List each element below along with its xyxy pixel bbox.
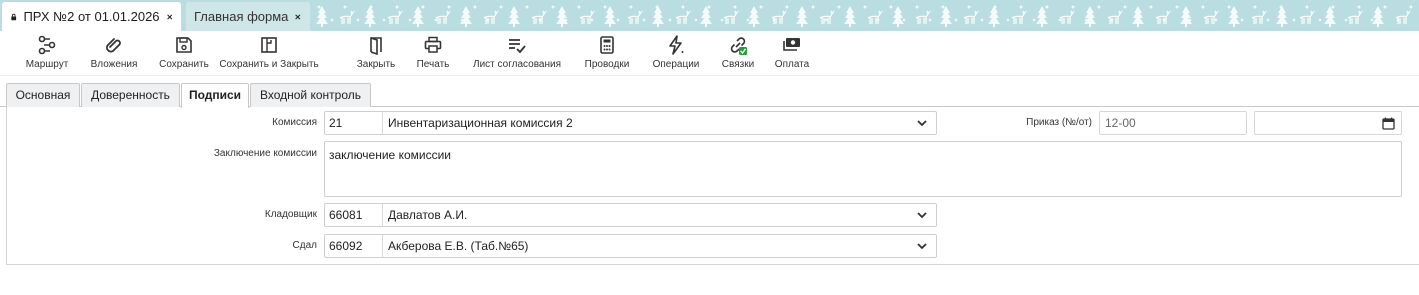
decorative-winter-pattern: [316, 6, 1411, 27]
order-label: Приказ (№/от): [1026, 117, 1092, 128]
close-button[interactable]: Закрыть: [353, 35, 399, 73]
storekeeper-select[interactable]: 66081 Давлатов А.И.: [324, 203, 937, 227]
toolbar: Маршрут Вложения Сохранить Сохранить и З…: [0, 31, 1419, 76]
save-and-close-button[interactable]: Сохранить и Закрыть: [219, 35, 319, 73]
door-icon: [370, 37, 382, 55]
links-button[interactable]: Связки: [718, 35, 758, 73]
save-button[interactable]: Сохранить: [156, 35, 212, 73]
tab-signatures[interactable]: Подписи: [181, 83, 249, 108]
toolbar-label: Операции: [652, 59, 700, 70]
tab-power-of-attorney[interactable]: Доверенность: [81, 83, 180, 107]
route-icon: [38, 35, 56, 55]
postings-button[interactable]: Проводки: [581, 35, 633, 73]
tab-incoming-control[interactable]: Входной контроль: [250, 83, 371, 107]
window-tab-title: Главная форма: [194, 9, 289, 24]
calculator-icon: [600, 36, 614, 54]
attachments-button[interactable]: Вложения: [87, 35, 141, 73]
tab-main[interactable]: Основная: [6, 83, 80, 107]
toolbar-label: Маршрут: [25, 59, 69, 70]
printer-icon: [424, 36, 442, 53]
conclusion-label: Заключение комиссии: [213, 148, 317, 159]
window-tab-title: ПРХ №2 от 01.01.2026: [23, 9, 160, 24]
storekeeper-label: Кладовщик: [264, 209, 317, 220]
money-icon: [783, 38, 800, 51]
order-number-input[interactable]: 12-00: [1099, 111, 1247, 135]
toolbar-label: Проводки: [584, 59, 630, 70]
order-date-input[interactable]: [1254, 111, 1402, 135]
conclusion-textarea[interactable]: заключение комиссии: [324, 141, 1402, 197]
commission-label: Комиссия: [272, 117, 317, 128]
save-icon: [176, 37, 192, 53]
link-icon: [730, 37, 747, 55]
toolbar-label: Печать: [416, 59, 450, 70]
chevron-down-icon: [917, 120, 927, 127]
storekeeper-value: Давлатов А.И.: [388, 208, 468, 222]
toolbar-label: Вложения: [90, 59, 138, 70]
calendar-icon[interactable]: [1382, 117, 1395, 130]
handed-over-label: Сдал: [292, 240, 317, 251]
paperclip-icon: [106, 38, 121, 53]
close-icon[interactable]: [294, 10, 302, 24]
handed-over-value: Акберова Е.В. (Таб.№65): [388, 239, 529, 253]
commission-code: 21: [325, 112, 383, 134]
route-button[interactable]: Маршрут: [22, 35, 72, 73]
window-tab-document[interactable]: ПРХ №2 от 01.01.2026: [2, 2, 181, 31]
operations-button[interactable]: Операции: [648, 35, 704, 73]
handed-over-code: 66092: [325, 235, 383, 257]
close-icon[interactable]: [166, 10, 173, 24]
save-close-icon: [261, 37, 277, 53]
approval-list-button[interactable]: Лист согласования: [468, 35, 566, 73]
toolbar-label: Лист согласования: [473, 59, 561, 70]
toolbar-label: Сохранить и Закрыть: [219, 59, 319, 70]
toolbar-label: Связки: [721, 59, 755, 70]
chevron-down-icon: [917, 243, 927, 250]
toolbar-label: Оплата: [774, 59, 810, 70]
lightning-icon: [669, 35, 684, 55]
storekeeper-code: 66081: [325, 204, 383, 226]
handed-over-select[interactable]: 66092 Акберова Е.В. (Таб.№65): [324, 234, 937, 258]
toolbar-label: Закрыть: [356, 59, 396, 70]
commission-select[interactable]: 21 Инвентаризационная комиссия 2: [324, 111, 937, 135]
chevron-down-icon: [917, 212, 927, 219]
approval-list-icon: [509, 39, 526, 54]
window-tab-bar: ПРХ №2 от 01.01.2026 Главная форма: [0, 0, 1419, 31]
window-tab-main-form[interactable]: Главная форма: [186, 2, 310, 31]
print-button[interactable]: Печать: [413, 35, 453, 73]
form-tab-strip: Основная Доверенность Подписи Входной ко…: [0, 80, 1419, 108]
toolbar-label: Сохранить: [159, 59, 209, 70]
payment-button[interactable]: Оплата: [771, 35, 813, 73]
commission-value: Инвентаризационная комиссия 2: [388, 116, 573, 130]
lock-icon: [11, 13, 17, 20]
